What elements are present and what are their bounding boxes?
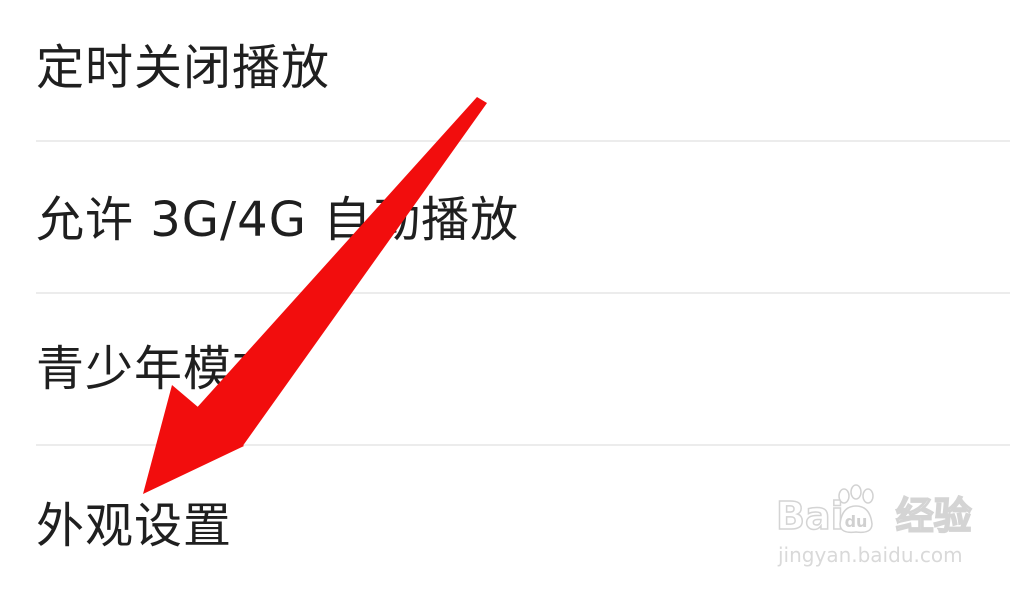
settings-item-teen-mode[interactable]: 青少年模式 <box>0 294 1010 444</box>
settings-item-label: 青少年模式 <box>36 341 282 397</box>
settings-item-appearance[interactable]: 外观设置 <box>0 446 1010 596</box>
settings-item-timer-close[interactable]: 定时关闭播放 <box>0 0 1010 150</box>
settings-item-label: 允许 3G/4G 自动播放 <box>36 192 520 248</box>
settings-item-label: 定时关闭播放 <box>36 40 331 96</box>
settings-item-mobile-autoplay[interactable]: 允许 3G/4G 自动播放 <box>0 142 1010 292</box>
settings-item-label: 外观设置 <box>36 498 233 554</box>
settings-list: 定时关闭播放 允许 3G/4G 自动播放 青少年模式 外观设置 <box>0 0 1010 594</box>
